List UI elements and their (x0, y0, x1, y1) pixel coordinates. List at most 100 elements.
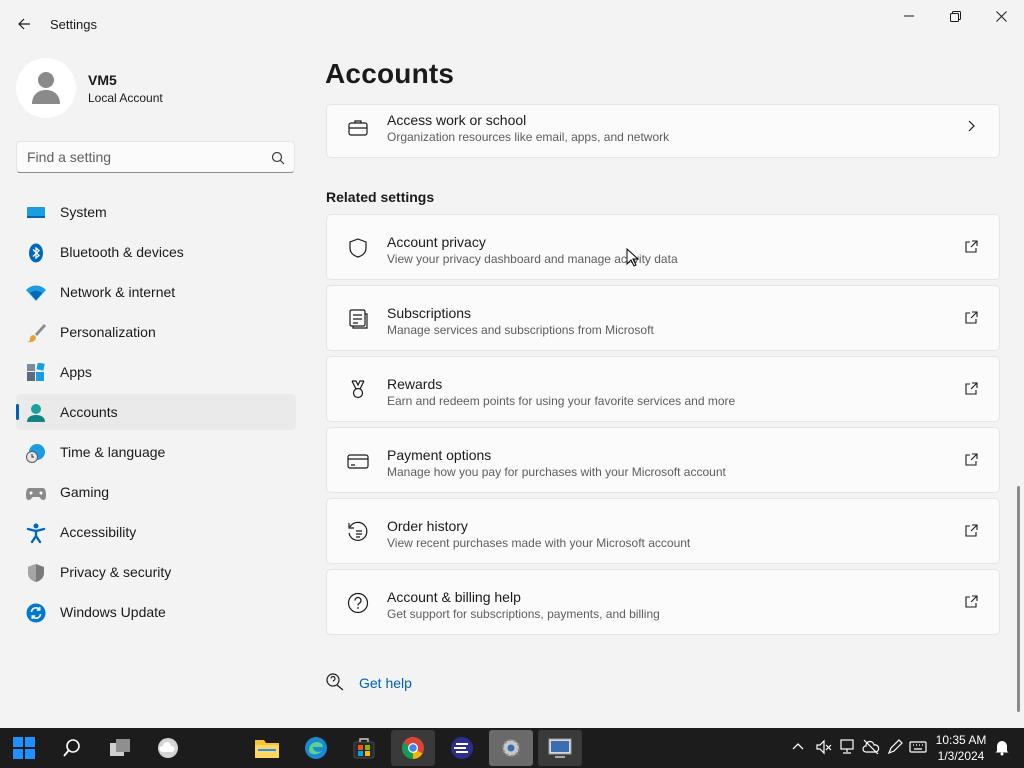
taskbar-clock[interactable]: 10:35 AM 1/3/2024 (930, 732, 992, 764)
sidebar-item-label: Personalization (60, 324, 156, 340)
bell-icon (995, 741, 1009, 756)
restore-icon (949, 10, 961, 22)
minimize-button[interactable] (886, 0, 932, 32)
tray-volume-muted[interactable] (815, 738, 833, 756)
sidebar-item-accessibility[interactable]: Accessibility (16, 514, 296, 550)
card-description: View recent purchases made with your Mic… (387, 536, 691, 550)
store-button[interactable] (342, 730, 386, 766)
card-title: Account & billing help (387, 589, 521, 605)
app-launcher-button[interactable] (440, 730, 484, 766)
open-external-icon (965, 240, 978, 253)
tray-network[interactable] (838, 738, 856, 756)
title-bar: Settings (0, 0, 1024, 48)
related-card-rewards[interactable]: Rewards Earn and redeem points for using… (326, 356, 1000, 422)
sidebar-item-accounts[interactable]: Accounts (16, 394, 296, 430)
settings-taskbar-button[interactable] (489, 730, 533, 766)
minimize-icon (904, 15, 914, 17)
open-external-icon (965, 382, 978, 395)
sidebar-item-label: Apps (60, 364, 92, 380)
sidebar-item-privacy-security[interactable]: Privacy & security (16, 554, 296, 590)
widgets-button[interactable] (146, 730, 190, 766)
task-view-icon (110, 739, 130, 756)
restore-button[interactable] (932, 0, 978, 32)
notifications-button[interactable] (993, 738, 1011, 756)
chrome-icon (402, 737, 424, 759)
card-title: Access work or school (387, 112, 527, 128)
page-title: Accounts (325, 58, 455, 89)
chrome-button[interactable] (391, 730, 435, 766)
sidebar-item-gaming[interactable]: Gaming (16, 474, 296, 510)
back-button[interactable] (10, 10, 38, 38)
access-work-school-card[interactable]: Access work or school Organization resou… (326, 104, 1000, 158)
tray-overflow-button[interactable] (789, 738, 807, 756)
trophy-icon (351, 380, 365, 399)
close-button[interactable] (978, 0, 1024, 32)
sidebar-item-label: Network & internet (60, 284, 176, 300)
card-description: Earn and redeem points for using your fa… (387, 394, 736, 408)
network-disconnected-icon (840, 739, 854, 754)
remote-desktop-icon (548, 738, 572, 758)
card-title: Order history (387, 518, 468, 534)
related-card-account-privacy[interactable]: Account privacy View your privacy dashbo… (326, 214, 1000, 280)
sidebar-item-personalization[interactable]: Personalization (16, 314, 296, 350)
person-avatar-icon (32, 72, 60, 104)
sidebar-item-bluetooth[interactable]: Bluetooth & devices (16, 234, 296, 270)
history-icon (348, 521, 368, 541)
sidebar-item-label: Gaming (60, 484, 110, 500)
clock-date: 1/3/2024 (937, 749, 985, 763)
sidebar-item-apps[interactable]: Apps (16, 354, 296, 390)
sidebar-item-system[interactable]: System (16, 194, 296, 230)
get-help-link[interactable]: Get help (325, 672, 445, 694)
search-input[interactable] (27, 148, 257, 166)
file-explorer-button[interactable] (245, 730, 289, 766)
related-card-order-history[interactable]: Order history View recent purchases made… (326, 498, 1000, 564)
card-description: Get support for subscriptions, payments,… (387, 607, 660, 621)
sidebar-item-label: Windows Update (60, 604, 166, 620)
open-external-icon (965, 524, 978, 537)
person-icon (27, 404, 45, 422)
remote-desktop-button[interactable] (538, 730, 582, 766)
avatar[interactable] (16, 58, 76, 118)
chevron-up-icon (792, 743, 804, 750)
task-view-button[interactable] (98, 730, 142, 766)
brush-icon (27, 324, 46, 343)
sidebar-nav: System Bluetooth & devices Network & int… (16, 194, 296, 634)
open-external-icon (965, 311, 978, 324)
edge-icon (305, 737, 327, 759)
card-description: Manage how you pay for purchases with yo… (387, 465, 726, 479)
tray-cloud[interactable] (862, 738, 880, 756)
sidebar-item-time-language[interactable]: Time & language (16, 434, 296, 470)
edge-button[interactable] (294, 730, 338, 766)
tray-pen[interactable] (886, 738, 904, 756)
search-icon[interactable] (270, 150, 286, 166)
pen-icon (887, 739, 903, 755)
card-description: Manage services and subscriptions from M… (387, 323, 654, 337)
speaker-muted-icon (816, 739, 832, 755)
sidebar-item-network[interactable]: Network & internet (16, 274, 296, 310)
tray-keyboard[interactable] (909, 738, 927, 756)
refresh-icon (26, 603, 46, 623)
related-card-subscriptions[interactable]: Subscriptions Manage services and subscr… (326, 285, 1000, 351)
scrollbar-thumb[interactable] (1017, 486, 1020, 712)
search-box[interactable] (16, 141, 295, 173)
chevron-right-icon (968, 120, 975, 132)
get-help-label: Get help (359, 675, 412, 691)
credit-card-icon (347, 454, 369, 469)
card-title: Payment options (387, 447, 492, 463)
sidebar-item-windows-update[interactable]: Windows Update (16, 594, 296, 630)
apps-icon (27, 363, 45, 381)
open-external-icon (965, 453, 978, 466)
sidebar-item-label: Time & language (60, 444, 166, 460)
app-title: Settings (50, 17, 97, 32)
start-button[interactable] (2, 730, 46, 766)
folder-icon (255, 740, 279, 758)
weather-icon (158, 738, 178, 758)
taskbar-search-button[interactable] (50, 730, 94, 766)
arrow-left-icon (18, 18, 30, 30)
accessibility-icon (26, 523, 46, 543)
sidebar-item-label: System (60, 204, 107, 220)
related-card-billing-help[interactable]: Account & billing help Get support for s… (326, 569, 1000, 635)
keyboard-icon (909, 741, 927, 753)
user-profile: VM5 Local Account (16, 58, 296, 118)
related-card-payment-options[interactable]: Payment options Manage how you pay for p… (326, 427, 1000, 493)
